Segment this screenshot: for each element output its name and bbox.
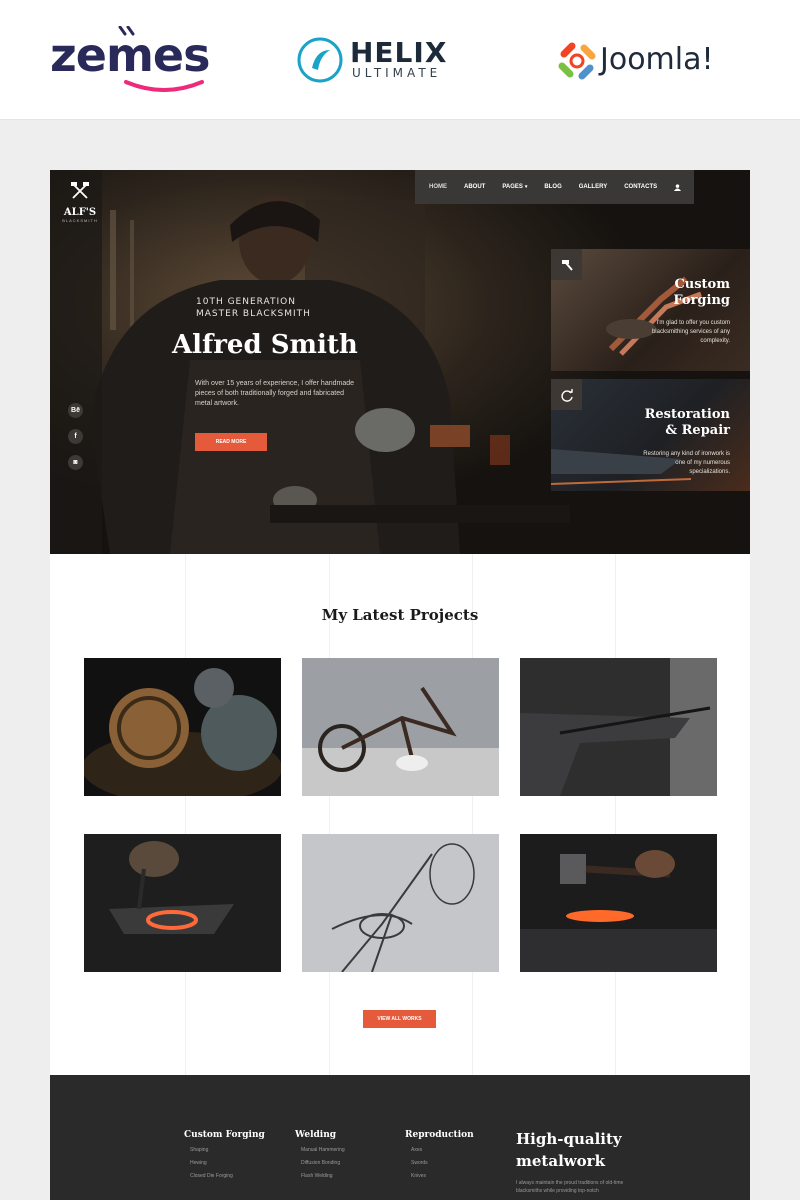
joomla-logo[interactable]: Joomla! xyxy=(556,40,756,82)
card-title: Custom Forging xyxy=(673,277,730,309)
card-text: I'm glad to offer you custom blacksmithi… xyxy=(651,320,730,344)
nav-gallery[interactable]: GALLERY xyxy=(579,184,607,190)
footer-text: I always maintain the proud traditions o… xyxy=(516,1180,624,1194)
helix-logo[interactable]: HELIX ULTIMATE xyxy=(296,34,466,88)
hero-section: ALF'S BLACKSMITH HOME ABOUT PAGES ▾ BLOG … xyxy=(50,170,750,554)
card-text: Restoring any kind of ironwork is one of… xyxy=(643,451,730,475)
nav-pages[interactable]: PAGES ▾ xyxy=(502,184,527,190)
instagram-icon[interactable]: ◙ xyxy=(68,455,83,470)
hero-eyebrow: 10TH GENERATION MASTER BLACKSMITH xyxy=(196,296,346,320)
facebook-icon[interactable]: f xyxy=(68,429,83,444)
footer-heading: Custom Forging xyxy=(184,1130,265,1140)
grid-line xyxy=(329,554,330,1075)
main-navigation: HOME ABOUT PAGES ▾ BLOG GALLERY CONTACTS xyxy=(415,170,694,204)
hero-title: Alfred Smith xyxy=(172,330,358,360)
footer: Custom Forging Shaping Hewing Closed Die… xyxy=(50,1075,750,1200)
zemes-logo[interactable]: zemes xyxy=(50,22,210,92)
project-image-anvil xyxy=(520,658,717,796)
footer-link[interactable]: Shaping xyxy=(190,1147,265,1153)
project-thumbnail[interactable] xyxy=(520,834,717,972)
hero-description: With over 15 years of experience, I offe… xyxy=(195,380,355,407)
grid-line xyxy=(472,554,473,1075)
project-image-wire-bicycle xyxy=(302,658,499,796)
footer-column-welding: Welding Manual Hammering Diffusion Bondi… xyxy=(295,1130,345,1179)
nav-blog[interactable]: BLOG xyxy=(544,184,561,190)
footer-tagline-line2: metalwork xyxy=(516,1152,605,1170)
project-thumbnail[interactable] xyxy=(302,658,499,796)
joomla-wordmark: Joomla! xyxy=(600,42,714,77)
footer-link[interactable]: Manual Hammering xyxy=(301,1147,345,1153)
nav-pages-label: PAGES xyxy=(502,184,523,190)
read-more-button[interactable]: READ MORE xyxy=(195,433,267,451)
card-title: Restoration & Repair xyxy=(645,407,730,439)
footer-heading: Welding xyxy=(295,1130,337,1140)
chevron-down-icon: ▾ xyxy=(524,184,528,190)
hammer-icon xyxy=(561,259,573,271)
footer-link[interactable]: Closed Die Forging xyxy=(190,1173,265,1179)
projects-title: My Latest Projects xyxy=(321,606,479,624)
footer-column-reproduction: Reproduction Axes Swords Knives xyxy=(405,1130,474,1179)
project-image-hammering xyxy=(520,834,717,972)
footer-link[interactable]: Hewing xyxy=(190,1160,265,1166)
card-icon-box xyxy=(551,379,582,410)
helix-wordmark: HELIX xyxy=(350,36,448,69)
card-title-line1: Custom xyxy=(674,277,730,292)
view-all-works-button[interactable]: VIEW ALL WORKS xyxy=(363,1010,436,1028)
zemes-smile-mark xyxy=(124,80,204,92)
hero-eyebrow-line1: 10TH GENERATION xyxy=(196,297,296,307)
behance-icon[interactable]: Bē xyxy=(68,403,83,418)
footer-tagline-line1: High-quality xyxy=(516,1130,622,1148)
nav-about[interactable]: ABOUT xyxy=(464,184,485,190)
footer-heading: Reproduction xyxy=(405,1130,474,1140)
project-thumbnail[interactable] xyxy=(520,658,717,796)
project-thumbnail[interactable] xyxy=(84,834,281,972)
nav-contacts[interactable]: CONTACTS xyxy=(624,184,657,190)
project-thumbnail[interactable] xyxy=(84,658,281,796)
card-title-line2: & Repair xyxy=(665,423,730,438)
project-image-wire-sculpture xyxy=(302,834,499,972)
footer-link[interactable]: Swords xyxy=(411,1160,474,1166)
refresh-icon xyxy=(560,388,573,402)
service-card-custom-forging[interactable]: Custom Forging I'm glad to offer you cus… xyxy=(551,249,750,371)
footer-tagline: High-quality metalwork xyxy=(516,1128,656,1172)
grid-line xyxy=(615,554,616,1075)
helix-icon xyxy=(297,37,343,83)
project-thumbnail[interactable] xyxy=(302,834,499,972)
nav-home[interactable]: HOME xyxy=(429,184,447,190)
footer-column-custom-forging: Custom Forging Shaping Hewing Closed Die… xyxy=(184,1130,265,1179)
card-icon-box xyxy=(551,249,582,280)
footer-link[interactable]: Knives xyxy=(411,1173,474,1179)
card-title-line2: Forging xyxy=(673,293,730,308)
crossed-hammers-icon xyxy=(71,182,89,199)
grid-line xyxy=(185,554,186,1075)
project-image-horseshoe xyxy=(84,834,281,972)
footer-link[interactable]: Diffusion Bonding xyxy=(301,1160,345,1166)
brand-bar: zemes HELIX ULTIMATE Joomla! xyxy=(0,0,800,120)
card-title-line1: Restoration xyxy=(644,407,730,422)
website-preview: ALF'S BLACKSMITH HOME ABOUT PAGES ▾ BLOG … xyxy=(50,170,750,1200)
service-card-restoration[interactable]: Restoration & Repair Restoring any kind … xyxy=(551,379,750,491)
site-logo-name: ALF'S xyxy=(63,207,97,218)
footer-link[interactable]: Flash Welding xyxy=(301,1173,345,1179)
zemes-wordmark: zemes xyxy=(50,28,210,82)
joomla-icon xyxy=(558,42,596,80)
site-logo-subtitle: BLACKSMITH xyxy=(62,218,98,223)
user-icon[interactable] xyxy=(674,183,682,191)
helix-subtitle: ULTIMATE xyxy=(352,66,442,80)
footer-link[interactable]: Axes xyxy=(411,1147,474,1153)
site-logo[interactable]: ALF'S BLACKSMITH xyxy=(60,182,100,223)
project-image-ornate-spheres xyxy=(84,668,281,796)
hero-eyebrow-line2: MASTER BLACKSMITH xyxy=(196,309,311,319)
